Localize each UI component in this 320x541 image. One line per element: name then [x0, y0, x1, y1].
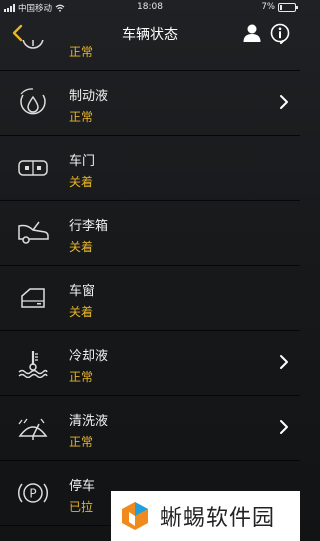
tire-pressure-icon: [14, 40, 52, 56]
vehicle-status-list: 正常 制动液 正常 车门 关着 行李箱 关着 车窗 关着 冷却液 正常 清洗液 …: [0, 40, 300, 541]
status-row-trunk: 行李箱 关着: [0, 201, 300, 266]
status-row-label: 停车: [69, 479, 96, 494]
chevron-right-icon: [278, 418, 290, 436]
status-row-coolant[interactable]: 冷却液 正常: [0, 331, 300, 396]
washer-fluid-icon: [14, 410, 52, 446]
status-row-label: 制动液: [69, 89, 109, 104]
battery-percent: 7%: [261, 2, 276, 12]
status-row-washer-fluid[interactable]: 清洗液 正常: [0, 396, 300, 461]
status-row-label: 车窗: [69, 284, 96, 299]
status-row-window: 车窗 关着: [0, 266, 300, 331]
status-row-value: 正常: [69, 45, 94, 59]
watermark-text: 蜥蜴软件园: [160, 506, 276, 531]
status-row-label: 车门: [69, 154, 96, 169]
status-row-value: 关着: [69, 240, 94, 254]
status-time: 18:08: [137, 2, 163, 12]
window-icon: [14, 280, 52, 316]
status-row-value: 正常: [69, 435, 94, 449]
trunk-icon: [14, 215, 52, 251]
status-row-door: 车门 关着: [0, 136, 300, 201]
battery-icon: [278, 2, 298, 12]
status-row-label: 行李箱: [69, 219, 109, 234]
chevron-right-icon: [278, 93, 290, 111]
status-row-value: 关着: [69, 305, 94, 319]
status-row-tire-pressure[interactable]: 正常: [0, 40, 300, 71]
watermark-logo-icon: [122, 502, 148, 530]
chevron-right-icon: [278, 353, 290, 371]
status-row-value: 已拉: [69, 500, 94, 514]
battery-area: 7%: [261, 2, 298, 12]
watermark: 蜥蜴软件园: [111, 491, 300, 541]
status-row-value: 正常: [69, 110, 94, 124]
status-row-brake-fluid[interactable]: 制动液 正常: [0, 71, 300, 136]
status-bar: 中国移动 18:08 7%: [0, 0, 300, 14]
status-row-value: 正常: [69, 370, 94, 384]
status-row-label: 清洗液: [69, 414, 109, 429]
status-row-value: 关着: [69, 175, 94, 189]
coolant-icon: [14, 345, 52, 381]
chevron-right-icon: [278, 40, 290, 46]
svg-text:P: P: [29, 487, 36, 501]
parking-brake-icon: P: [14, 475, 52, 511]
door-icon: [14, 150, 52, 186]
brake-fluid-icon: [14, 85, 52, 121]
status-row-label: 冷却液: [69, 349, 109, 364]
